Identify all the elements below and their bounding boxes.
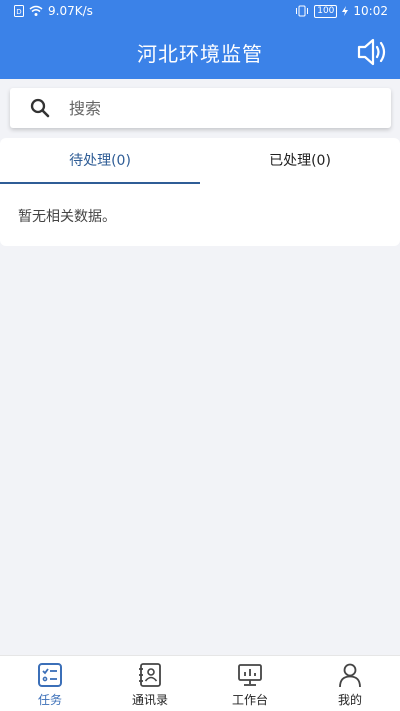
nav-label-profile: 我的 bbox=[337, 693, 362, 707]
search-input[interactable] bbox=[69, 98, 349, 118]
tab-pending[interactable]: 待处理(0) bbox=[0, 138, 200, 184]
task-tabs: 待处理(0) 已处理(0) bbox=[0, 138, 400, 184]
task-checklist-icon bbox=[38, 663, 62, 687]
battery-indicator: 100 bbox=[314, 4, 338, 18]
app-header: D 9.07K/s 100 10:02 河北环境监管 bbox=[0, 0, 400, 79]
speaker-button[interactable] bbox=[356, 36, 388, 68]
clock: 10:02 bbox=[353, 4, 388, 18]
speaker-icon bbox=[357, 38, 386, 66]
nav-label-workbench: 工作台 bbox=[231, 693, 268, 707]
contacts-icon bbox=[139, 663, 161, 687]
task-list-card: 待处理(0) 已处理(0) 暂无相关数据。 bbox=[0, 138, 400, 246]
svg-text:D: D bbox=[16, 8, 21, 16]
status-bar: D 9.07K/s 100 10:02 bbox=[0, 0, 400, 24]
vibrate-icon bbox=[296, 5, 309, 17]
nav-item-tasks[interactable]: 任务 bbox=[0, 656, 100, 711]
search-bar[interactable] bbox=[10, 88, 391, 128]
empty-state-message: 暂无相关数据。 bbox=[18, 209, 116, 225]
search-icon bbox=[30, 98, 50, 118]
tab-processed[interactable]: 已处理(0) bbox=[200, 138, 400, 184]
nav-item-contacts[interactable]: 通讯录 bbox=[100, 656, 200, 711]
network-speed: 9.07K/s bbox=[48, 4, 93, 18]
bottom-navigation: 任务 通讯录 工作台 我的 bbox=[0, 655, 400, 711]
notification-file-icon: D bbox=[14, 5, 24, 17]
profile-person-icon bbox=[339, 663, 361, 688]
charging-icon bbox=[342, 6, 349, 16]
nav-label-tasks: 任务 bbox=[37, 693, 62, 707]
wifi-icon bbox=[29, 5, 43, 16]
page-title: 河北环境监管 bbox=[137, 42, 263, 66]
nav-label-contacts: 通讯录 bbox=[131, 693, 168, 707]
workbench-monitor-icon bbox=[238, 664, 262, 686]
nav-item-profile[interactable]: 我的 bbox=[300, 656, 400, 711]
nav-item-workbench[interactable]: 工作台 bbox=[200, 656, 300, 711]
